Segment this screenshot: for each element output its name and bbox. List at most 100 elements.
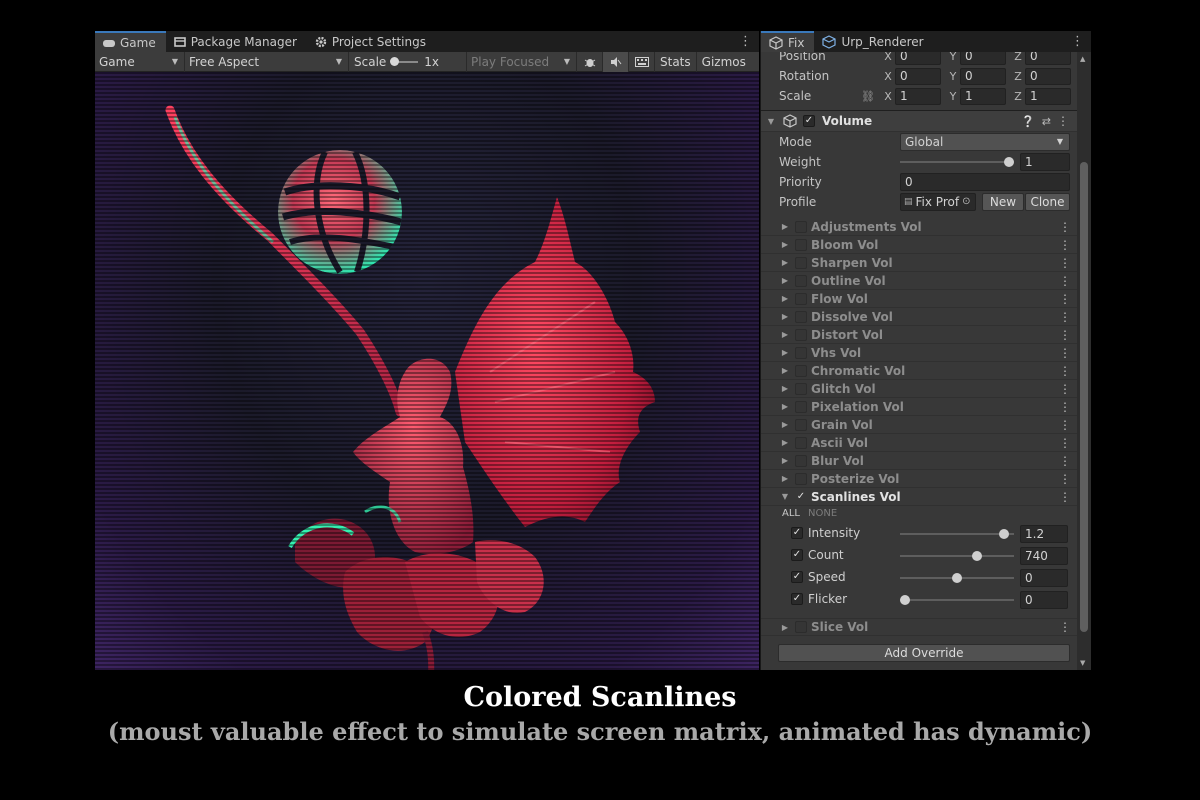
override-menu-icon[interactable]: ⋮ <box>1059 256 1071 270</box>
rotation-z-field[interactable]: 0 <box>1025 67 1071 85</box>
override-checkbox[interactable] <box>795 346 807 359</box>
override-scanlines[interactable]: ▼ ✓ Scanlines Vol ⋮ <box>761 488 1077 506</box>
override-menu-icon[interactable]: ⋮ <box>1059 400 1071 414</box>
param-value-field[interactable]: 0 <box>1020 569 1068 587</box>
param-override-checkbox[interactable]: ✓ <box>791 527 803 539</box>
rotation-y-field[interactable]: 0 <box>960 67 1006 85</box>
display-dropdown[interactable]: Game ▼ <box>95 51 185 72</box>
override-menu-icon[interactable]: ⋮ <box>1059 490 1071 504</box>
override-row[interactable]: ▶ Bloom Vol ⋮ <box>761 236 1077 254</box>
param-slider-knob[interactable] <box>900 595 910 605</box>
param-slider[interactable] <box>900 551 1014 561</box>
override-row[interactable]: ▶ Chromatic Vol ⋮ <box>761 362 1077 380</box>
override-menu-icon[interactable]: ⋮ <box>1059 328 1071 342</box>
foldout-arrow-icon[interactable]: ▶ <box>779 258 791 267</box>
override-slice[interactable]: ▶ Slice Vol ⋮ <box>761 618 1077 636</box>
override-checkbox[interactable] <box>795 454 807 467</box>
position-y-field[interactable]: 0 <box>960 52 1006 65</box>
clone-profile-button[interactable]: Clone <box>1025 193 1070 211</box>
override-menu-icon[interactable]: ⋮ <box>1059 310 1071 324</box>
override-row[interactable]: ▶ Pixelation Vol ⋮ <box>761 398 1077 416</box>
foldout-arrow-icon[interactable]: ▶ <box>779 366 791 375</box>
param-slider[interactable] <box>900 573 1014 583</box>
foldout-arrow-icon[interactable]: ▶ <box>779 276 791 285</box>
override-row[interactable]: ▶ Adjustments Vol ⋮ <box>761 218 1077 236</box>
tab-game[interactable]: Game <box>95 31 166 52</box>
object-picker-icon[interactable]: ⊙ <box>962 194 970 210</box>
help-icon[interactable]: ❔ <box>1021 115 1035 128</box>
foldout-arrow-icon[interactable]: ▶ <box>779 623 791 632</box>
inspector-menu-icon[interactable]: ⋮ <box>1071 34 1084 49</box>
param-override-checkbox[interactable]: ✓ <box>791 593 803 605</box>
scrollbar-thumb[interactable] <box>1080 162 1088 632</box>
scroll-up-icon[interactable]: ▲ <box>1080 55 1085 63</box>
scale-control[interactable]: Scale 1x <box>349 51 467 72</box>
scale-z-field[interactable]: 1 <box>1025 87 1071 105</box>
override-checkbox[interactable] <box>795 274 807 287</box>
override-row[interactable]: ▶ Blur Vol ⋮ <box>761 452 1077 470</box>
slice-enabled-checkbox[interactable] <box>795 621 807 633</box>
override-row[interactable]: ▶ Distort Vol ⋮ <box>761 326 1077 344</box>
foldout-arrow-icon[interactable]: ▶ <box>779 438 791 447</box>
new-profile-button[interactable]: New <box>982 193 1024 211</box>
gizmos-button[interactable]: Gizmos <box>697 52 751 72</box>
param-value-field[interactable]: 0 <box>1020 591 1068 609</box>
override-row[interactable]: ▶ Ascii Vol ⋮ <box>761 434 1077 452</box>
override-checkbox[interactable] <box>795 472 807 485</box>
override-checkbox[interactable] <box>795 400 807 413</box>
foldout-arrow-icon[interactable]: ▶ <box>779 474 791 483</box>
foldout-arrow-icon[interactable]: ▶ <box>779 402 791 411</box>
volume-component-header[interactable]: ▼ ✓ Volume ❔ ⇄ ⋮ <box>761 110 1077 132</box>
tab-fix[interactable]: Fix <box>761 31 815 52</box>
param-value-field[interactable]: 740 <box>1020 547 1068 565</box>
foldout-arrow-icon[interactable]: ▶ <box>779 456 791 465</box>
scale-x-field[interactable]: 1 <box>895 87 941 105</box>
override-row[interactable]: ▶ Dissolve Vol ⋮ <box>761 308 1077 326</box>
override-checkbox[interactable] <box>795 238 807 251</box>
override-menu-icon[interactable]: ⋮ <box>1059 620 1071 634</box>
override-row[interactable]: ▶ Outline Vol ⋮ <box>761 272 1077 290</box>
priority-field[interactable]: 0 <box>900 173 1070 191</box>
aspect-dropdown[interactable]: Free Aspect ▼ <box>185 51 349 72</box>
override-checkbox[interactable] <box>795 382 807 395</box>
override-menu-icon[interactable]: ⋮ <box>1059 418 1071 432</box>
foldout-arrow-icon[interactable]: ▶ <box>779 348 791 357</box>
override-menu-icon[interactable]: ⋮ <box>1059 274 1071 288</box>
override-checkbox[interactable] <box>795 292 807 305</box>
tab-project-settings[interactable]: Project Settings <box>307 31 436 52</box>
game-viewport[interactable] <box>95 72 759 670</box>
override-checkbox[interactable] <box>795 256 807 269</box>
override-row[interactable]: ▶ Vhs Vol ⋮ <box>761 344 1077 362</box>
override-menu-icon[interactable]: ⋮ <box>1059 364 1071 378</box>
param-slider-knob[interactable] <box>971 551 982 561</box>
all-toggle[interactable]: ALL <box>782 508 800 519</box>
add-override-button[interactable]: Add Override <box>778 644 1070 662</box>
mode-dropdown[interactable]: Global ▼ <box>900 133 1070 151</box>
scale-y-field[interactable]: 1 <box>960 87 1006 105</box>
play-mode-dropdown[interactable]: Play Focused ▼ <box>467 51 577 72</box>
volume-enabled-checkbox[interactable]: ✓ <box>803 115 815 127</box>
override-menu-icon[interactable]: ⋮ <box>1059 220 1071 234</box>
none-toggle[interactable]: NONE <box>808 508 837 519</box>
override-menu-icon[interactable]: ⋮ <box>1059 382 1071 396</box>
profile-object-field[interactable]: ▤ Fix Prof ⊙ <box>900 193 976 211</box>
mute-audio-icon[interactable] <box>603 51 629 72</box>
param-slider[interactable] <box>900 595 1014 605</box>
scale-slider[interactable] <box>390 56 419 66</box>
scroll-down-icon[interactable]: ▼ <box>1080 659 1085 667</box>
param-override-checkbox[interactable]: ✓ <box>791 571 803 583</box>
override-checkbox[interactable] <box>795 364 807 377</box>
weight-slider[interactable] <box>900 157 1014 167</box>
foldout-arrow-icon[interactable]: ▶ <box>779 312 791 321</box>
param-override-checkbox[interactable]: ✓ <box>791 549 803 561</box>
foldout-arrow-icon[interactable]: ▼ <box>765 117 777 126</box>
position-z-field[interactable]: 0 <box>1025 52 1071 65</box>
foldout-arrow-icon[interactable]: ▶ <box>779 384 791 393</box>
param-slider-knob[interactable] <box>998 529 1009 539</box>
position-x-field[interactable]: 0 <box>895 52 941 65</box>
tab-urp-renderer[interactable]: Urp_Renderer <box>814 31 933 52</box>
foldout-arrow-icon[interactable]: ▶ <box>779 240 791 249</box>
scanlines-enabled-checkbox[interactable]: ✓ <box>795 491 807 503</box>
foldout-arrow-icon[interactable]: ▶ <box>779 222 791 231</box>
keyboard-icon[interactable] <box>629 51 655 72</box>
